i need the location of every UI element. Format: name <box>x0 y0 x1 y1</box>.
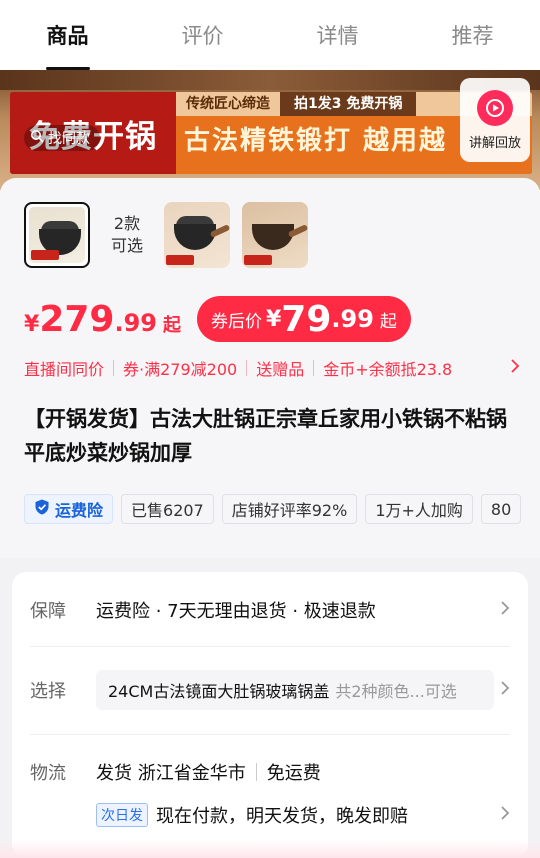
top-tab-bar: 商品 评价 详情 推荐 <box>0 0 540 70</box>
promo-coins: 金币+余额抵23.8 <box>323 360 453 379</box>
price-row: ¥ 279 .99 起 券后价 ¥ 79 .99 起 <box>24 296 411 342</box>
logistics-key: 物流 <box>30 763 66 784</box>
find-same-button[interactable]: 找同款 <box>24 125 100 151</box>
coupon-price-symbol: ¥ <box>265 306 282 332</box>
guarantee-value: 运费险 · 7天无理由退货 · 极速退款 <box>96 601 376 622</box>
coupon-price-badge[interactable]: 券后价 ¥ 79 .99 起 <box>196 296 411 342</box>
tab-reviews-label: 评价 <box>181 24 224 48</box>
shipping-insurance-label: 运费险 <box>55 501 104 520</box>
chevron-right-icon <box>500 600 510 620</box>
coupon-price-integer: 79 <box>281 298 332 340</box>
variant-count-line2: 可选 <box>110 236 143 255</box>
promo-live-same-price: 直播间同价 <box>24 360 105 379</box>
price-suffix: 起 <box>162 314 181 336</box>
promo-coupon: 券·满279减200 <box>123 360 238 379</box>
nextday-row[interactable]: 次日发 现在付款，明天发货，晚发即赔 <box>12 798 528 832</box>
variant-count[interactable]: 2款 可选 <box>90 213 164 257</box>
logistics-divider <box>255 763 257 781</box>
play-icon <box>477 89 513 126</box>
store-rating-badge: 店铺好评率92% <box>221 494 358 524</box>
replay-label: 讲解回放 <box>468 135 521 151</box>
variant-more: 共2种颜色...可选 <box>335 682 457 701</box>
variant-thumb-image <box>164 202 230 268</box>
banner-pill-craft: 传统匠心缔造 <box>186 96 270 112</box>
coupon-price-label: 券后价 <box>210 311 262 332</box>
select-key: 选择 <box>30 681 66 702</box>
guarantee-row[interactable]: 保障 运费险 · 7天无理由退货 · 极速退款 <box>12 590 528 630</box>
logistics-origin: 发货 浙江省金华市 <box>96 763 246 784</box>
logistics-row[interactable]: 物流 发货 浙江省金华市 免运费 <box>12 754 528 790</box>
promo-row[interactable]: 直播间同价 券·满279减200 送赠品 金币+余额抵23.8 <box>24 356 520 380</box>
select-row[interactable]: 选择 24CM古法镜面大肚锅玻璃锅盖 共2种颜色...可选 <box>12 668 528 712</box>
chevron-right-icon <box>500 680 510 700</box>
replay-button[interactable]: 讲解回放 <box>460 78 530 162</box>
chevron-right-icon <box>500 805 510 825</box>
variant-thumb-2[interactable] <box>164 202 230 268</box>
find-same-label: 找同款 <box>48 131 90 147</box>
tab-reviews[interactable]: 评价 <box>135 0 270 70</box>
variant-thumb-3[interactable] <box>242 202 308 268</box>
tab-recommend-label: 推荐 <box>451 24 494 48</box>
divider <box>30 734 510 735</box>
banner-pill-offer: 拍1发3 免费开锅 <box>280 92 417 116</box>
variant-thumbnails: 2款 可选 <box>24 202 308 268</box>
price-integer: 279 <box>39 298 115 340</box>
product-hero-image[interactable]: 免费开锅 传统匠心缔造 拍1发3 免费开锅 古法精铁锻打 越用越 找同款 <box>0 70 540 190</box>
cart-count-badge: 1万+人加购 <box>365 494 473 524</box>
variant-thumb-image <box>242 202 308 268</box>
nextday-tag: 次日发 <box>96 803 148 827</box>
tab-product-label: 商品 <box>46 24 89 48</box>
promo-divider <box>113 360 115 376</box>
sold-count-badge: 已售6207 <box>121 494 214 524</box>
camera-search-icon <box>30 129 44 147</box>
variant-select[interactable]: 24CM古法镜面大肚锅玻璃锅盖 共2种颜色...可选 <box>96 670 494 710</box>
variant-count-line1: 2款 <box>113 214 141 233</box>
banner-main-slogan: 古法精铁锻打 越用越 <box>184 126 448 156</box>
shipping-insurance-badge[interactable]: 运费险 <box>24 494 114 524</box>
promo-divider <box>246 360 248 376</box>
product-badges: 运费险 已售6207 店铺好评率92% 1万+人加购 80 <box>24 494 522 524</box>
chevron-right-icon <box>510 358 520 378</box>
bottom-fade <box>0 840 540 858</box>
guarantee-key: 保障 <box>30 601 66 622</box>
original-price: ¥ 279 .99 起 <box>24 299 181 340</box>
tab-recommend[interactable]: 推荐 <box>405 0 540 70</box>
price-decimal: .99 <box>114 308 157 337</box>
tab-details-label: 详情 <box>316 24 359 48</box>
coupon-price-decimal: .99 <box>331 305 374 333</box>
product-info-card: 2款 可选 ¥ 279 .99 起 券后价 ¥ 79 .99 起 直播间同价 券… <box>0 178 540 558</box>
variant-thumb-1[interactable] <box>24 202 90 268</box>
price-symbol: ¥ <box>24 311 40 337</box>
shield-check-icon <box>33 498 51 520</box>
hero-top-strip <box>0 70 540 90</box>
variant-thumb-image <box>29 207 85 263</box>
selected-variant: 24CM古法镜面大肚锅玻璃锅盖 <box>108 682 330 701</box>
service-card: 保障 运费险 · 7天无理由退货 · 极速退款 选择 24CM古法镜面大肚锅玻璃… <box>12 572 528 858</box>
overflow-badge: 80 <box>480 494 522 524</box>
tab-product[interactable]: 商品 <box>0 0 135 70</box>
promo-divider <box>313 360 315 376</box>
coupon-price-suffix: 起 <box>379 311 397 332</box>
logistics-fee: 免运费 <box>266 763 321 784</box>
nextday-text: 现在付款，明天发货，晚发即赔 <box>156 806 408 827</box>
promo-gift: 送赠品 <box>256 360 305 379</box>
product-title: 【开锅发货】古法大肚锅正宗章丘家用小铁锅不粘锅平底炒菜炒锅加厚 <box>24 407 507 465</box>
divider <box>30 646 510 647</box>
tab-details[interactable]: 详情 <box>270 0 405 70</box>
